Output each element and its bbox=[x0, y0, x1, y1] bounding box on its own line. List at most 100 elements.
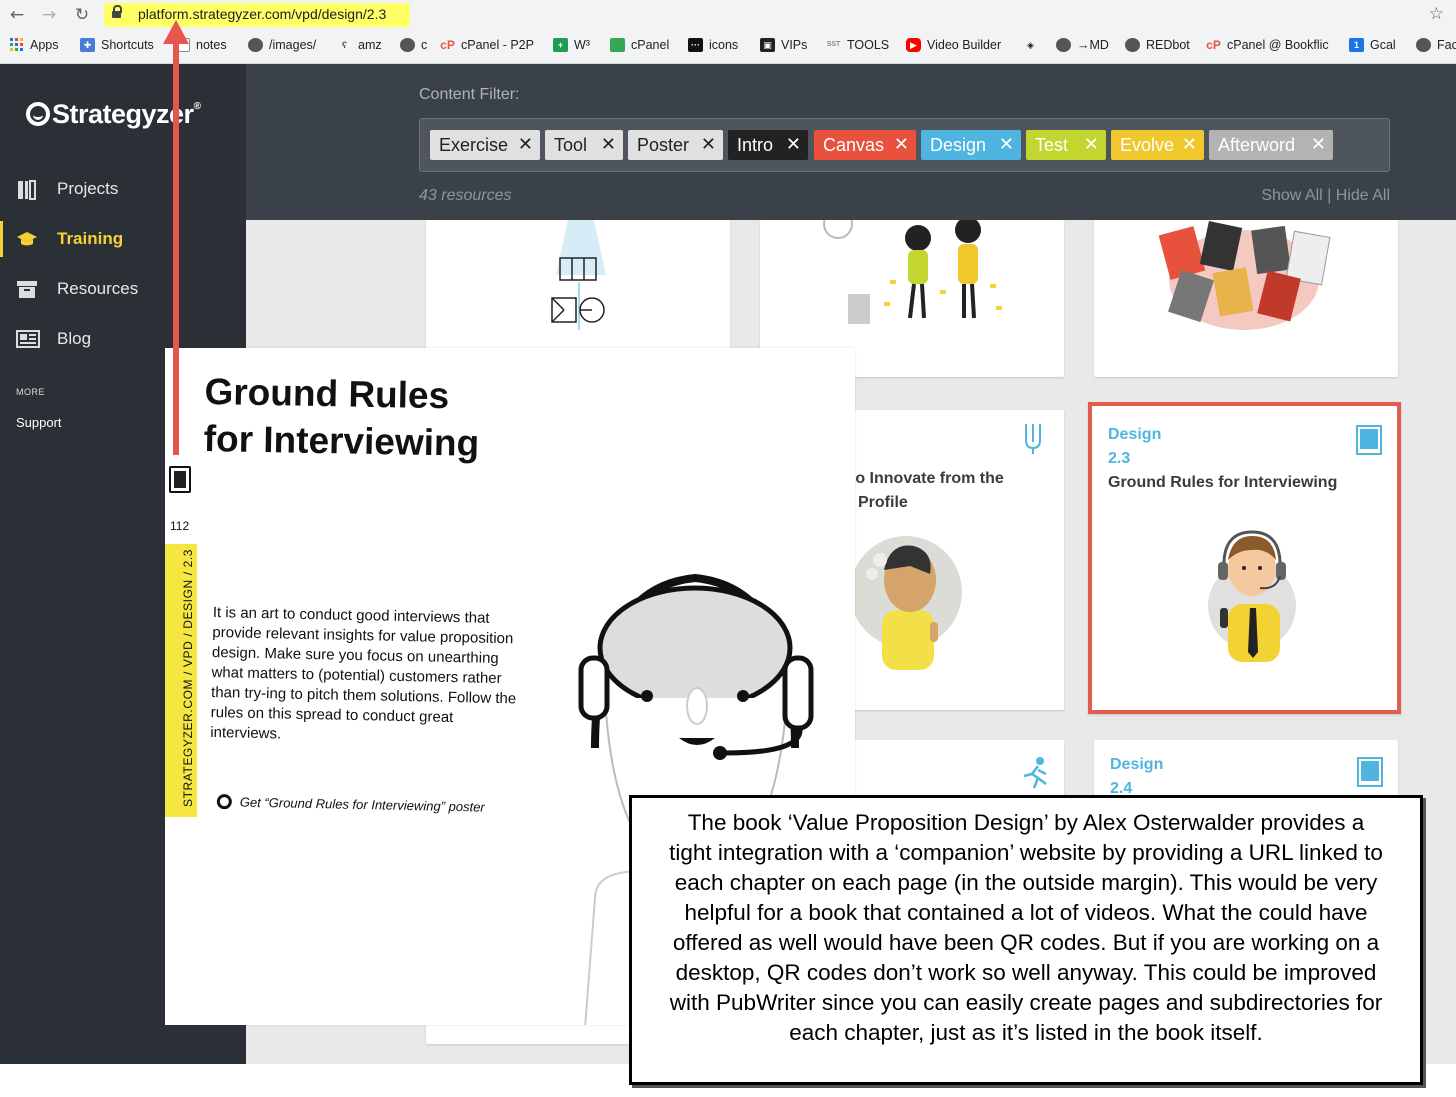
page-icon bbox=[178, 38, 190, 52]
vips-icon: ▣ bbox=[760, 38, 775, 52]
remove-tag-icon[interactable]: ✕ bbox=[518, 130, 533, 160]
resource-card[interactable] bbox=[1094, 220, 1398, 377]
remove-tag-icon[interactable]: ✕ bbox=[1084, 130, 1099, 160]
resource-count: 43 resources bbox=[419, 187, 512, 204]
icons-icon: ··· bbox=[688, 38, 703, 52]
books-illustration bbox=[1158, 220, 1331, 330]
sidebar-item-projects[interactable]: Projects bbox=[0, 171, 246, 207]
bookmark-fac[interactable]: Fac bbox=[1416, 34, 1456, 56]
filter-tag-intro[interactable]: Intro ✕ bbox=[728, 130, 808, 160]
bookmark-video-builder[interactable]: ▶ Video Builder bbox=[906, 34, 1001, 56]
poster-icon bbox=[169, 466, 191, 493]
thinking-person-illustration bbox=[850, 536, 962, 670]
sst-icon: SST bbox=[826, 41, 841, 48]
support-link[interactable]: Support bbox=[16, 415, 62, 430]
codepen-icon: ◈ bbox=[1027, 40, 1034, 50]
filter-tag-test[interactable]: Test ✕ bbox=[1026, 130, 1106, 160]
bookmark-amz[interactable]: ʕ amz bbox=[337, 34, 382, 56]
filter-tag-design[interactable]: Design ✕ bbox=[921, 130, 1021, 160]
book-page-title: Ground Rules for Interviewing bbox=[203, 370, 480, 464]
amz-icon: ʕ bbox=[341, 40, 347, 50]
bookmark-cpanel[interactable]: cPanel bbox=[610, 34, 669, 56]
globe-icon bbox=[248, 38, 263, 52]
bookmark-redbot[interactable]: REDbot bbox=[1125, 34, 1190, 56]
lock-icon bbox=[112, 5, 122, 20]
bookmark-w3[interactable]: + W³ bbox=[553, 34, 590, 56]
youtube-icon: ▶ bbox=[906, 38, 921, 52]
bookmark-md[interactable]: →MD bbox=[1056, 34, 1109, 56]
content-filter-label: Content Filter: bbox=[419, 86, 520, 103]
cpanel-icon: cP bbox=[440, 38, 455, 52]
forward-icon[interactable]: → bbox=[38, 4, 60, 26]
calendar-icon: 1 bbox=[1349, 38, 1364, 52]
remove-tag-icon[interactable]: ✕ bbox=[999, 130, 1014, 160]
card-title: to Innovate from the bbox=[850, 470, 1004, 487]
bookmark-gcal[interactable]: 1 Gcal bbox=[1349, 34, 1396, 56]
reload-icon[interactable]: ↻ bbox=[71, 4, 93, 26]
annotation-callout: The book ‘Value Proposition Design’ by A… bbox=[629, 795, 1423, 1085]
poster-icon bbox=[1357, 757, 1383, 787]
filter-tag-canvas[interactable]: Canvas ✕ bbox=[814, 130, 916, 160]
globe-icon bbox=[1125, 38, 1140, 52]
remove-tag-icon[interactable]: ✕ bbox=[1311, 130, 1326, 160]
content-filter-bar: Content Filter: Exercise ✕ Tool ✕ Poster ✕ … bbox=[246, 64, 1456, 220]
newspaper-icon bbox=[16, 329, 40, 349]
filter-tag-tool[interactable]: Tool ✕ bbox=[545, 130, 623, 160]
apps-grid-icon bbox=[10, 38, 24, 52]
globe-icon bbox=[1416, 38, 1431, 52]
sheets-icon bbox=[610, 38, 625, 52]
bookmark-shortcuts[interactable]: ✚ Shortcuts bbox=[80, 34, 154, 56]
show-hide-all-links[interactable]: Show All | Hide All bbox=[1261, 187, 1390, 205]
address-bar[interactable]: platform.strategyzer.com/vpd/design/2.3 bbox=[104, 3, 410, 27]
bookmark-c[interactable]: c bbox=[400, 34, 427, 56]
bookmark-notes[interactable]: notes bbox=[178, 34, 227, 56]
filter-tag-afterword[interactable]: Afterword ✕ bbox=[1209, 130, 1333, 160]
strategyzer-logo-icon bbox=[26, 102, 50, 126]
remove-tag-icon[interactable]: ✕ bbox=[894, 130, 909, 160]
diagram-illustration bbox=[551, 220, 606, 330]
interviewer-illustration bbox=[1208, 530, 1296, 662]
book-poster-link: Get “Ground Rules for Interviewing” post… bbox=[216, 794, 485, 815]
card-title: Ground Rules for Interviewing bbox=[1108, 474, 1338, 491]
filter-tag-evolve[interactable]: Evolve ✕ bbox=[1111, 130, 1204, 160]
card-number: 2.3 bbox=[1108, 450, 1131, 467]
remove-tag-icon[interactable]: ✕ bbox=[1182, 130, 1197, 160]
bookmark-codepen[interactable]: ◈ bbox=[1023, 34, 1044, 56]
projects-icon bbox=[16, 179, 38, 200]
more-section-label: MORE bbox=[16, 387, 45, 397]
bookmark-cpanel-bookflic[interactable]: cP cPanel @ Bookflic bbox=[1206, 34, 1328, 56]
margin-url-text: STRATEGYZER.COM / VPD / DESIGN / 2.3 bbox=[181, 548, 195, 807]
remove-tag-icon[interactable]: ✕ bbox=[701, 130, 716, 160]
cpanel-icon: cP bbox=[1206, 38, 1221, 52]
strategyzer-logo-icon bbox=[216, 794, 232, 810]
bookmark-cpanel-p2p[interactable]: cP cPanel - P2P bbox=[440, 34, 534, 56]
bookmark-apps[interactable]: Apps bbox=[10, 34, 59, 56]
bookmark-images[interactable]: /images/ bbox=[248, 34, 316, 56]
running-person-icon bbox=[1023, 757, 1047, 789]
url-text: platform.strategyzer.com/vpd/design/2.3 bbox=[138, 6, 387, 22]
globe-icon bbox=[400, 38, 415, 52]
back-icon[interactable]: ← bbox=[6, 4, 28, 26]
people-illustration bbox=[823, 220, 1002, 324]
bookmark-tools[interactable]: SST TOOLS bbox=[826, 34, 889, 56]
sidebar-item-training[interactable]: Training bbox=[0, 221, 246, 257]
sidebar-item-resources[interactable]: Resources bbox=[0, 271, 246, 307]
sheets-icon: + bbox=[553, 38, 568, 52]
remove-tag-icon[interactable]: ✕ bbox=[601, 130, 616, 160]
puzzle-icon: ✚ bbox=[80, 38, 95, 52]
bookmark-star-icon[interactable]: ☆ bbox=[1429, 4, 1444, 24]
card-category: Design bbox=[1110, 756, 1164, 773]
remove-tag-icon[interactable]: ✕ bbox=[786, 130, 801, 160]
filter-tag-poster[interactable]: Poster ✕ bbox=[628, 130, 723, 160]
canvas-tool-icon bbox=[1025, 424, 1041, 454]
bookmark-vips[interactable]: ▣ VIPs bbox=[760, 34, 807, 56]
highlighted-resource-card[interactable]: Design 2.3 Ground Rules for Interviewing bbox=[1088, 402, 1401, 714]
browser-nav-row: ← → ↻ platform.strategyzer.com/vpd/desig… bbox=[0, 0, 1456, 30]
filter-tag-exercise[interactable]: Exercise ✕ bbox=[430, 130, 540, 160]
strategyzer-logo[interactable]: Strategyzer® bbox=[26, 99, 201, 130]
poster-icon bbox=[1356, 425, 1382, 455]
filter-tag-box[interactable]: Exercise ✕ Tool ✕ Poster ✕ Intro ✕ Canvas ✕ D… bbox=[419, 118, 1390, 172]
bookmark-icons[interactable]: ··· icons bbox=[688, 34, 738, 56]
book-body-text: It is an art to conduct good interviews … bbox=[210, 603, 517, 743]
graduation-cap-icon bbox=[16, 229, 38, 249]
